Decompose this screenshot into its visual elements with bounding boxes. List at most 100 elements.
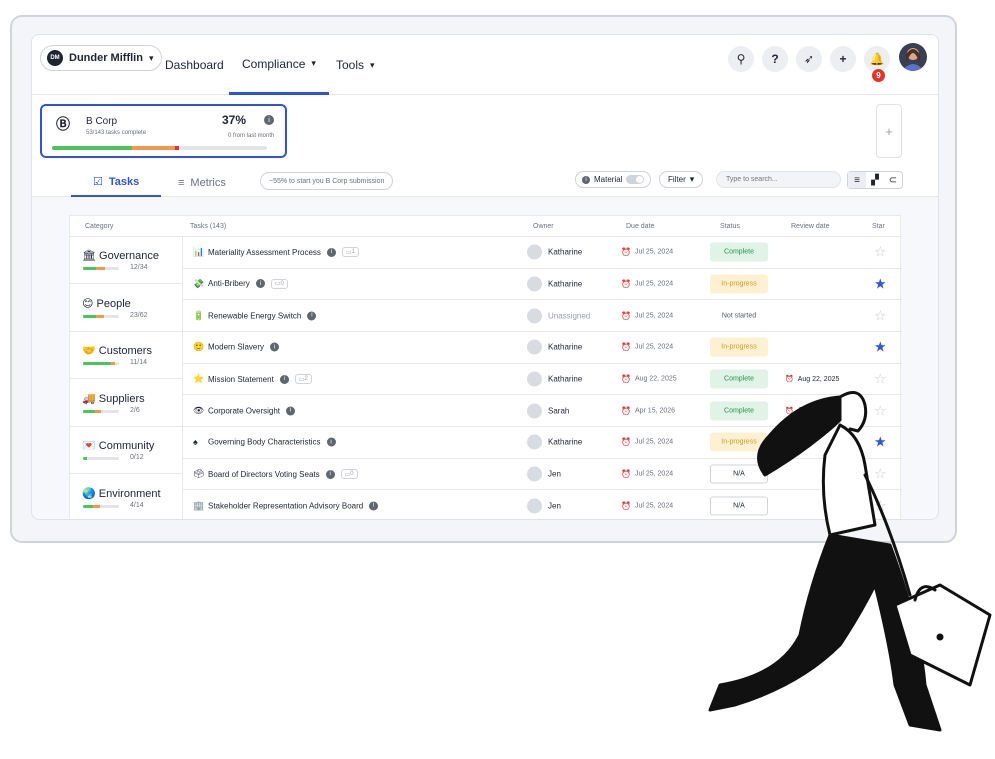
task-name[interactable]: Materiality Assessment Process i ▭ 1 — [208, 247, 359, 258]
task-name[interactable]: Stakeholder Representation Advisory Boar… — [208, 501, 379, 511]
task-owner[interactable]: Sarah — [527, 403, 569, 419]
category-item[interactable]: 🤝 Customers 11/14 — [70, 332, 183, 380]
star-icon[interactable]: ☆ — [874, 307, 887, 324]
star-icon[interactable]: ☆ — [874, 244, 887, 261]
help-icon[interactable]: ? — [762, 46, 788, 72]
org-name: Dunder Mifflin — [69, 52, 143, 64]
nav-compliance[interactable]: Compliance ▾ — [229, 35, 329, 95]
task-name[interactable]: Board of Directors Voting Seats i ▭ 0 — [208, 469, 358, 480]
material-toggle[interactable]: i Material — [575, 171, 652, 188]
table-row[interactable]: 🔋 Renewable Energy Switch i Unassigned ⏰ Jul … — [183, 300, 902, 332]
tab-metrics[interactable]: ≡ Metrics — [178, 168, 226, 197]
status-badge[interactable]: Not started — [710, 306, 768, 325]
due-date-text: Jul 25, 2024 — [634, 312, 674, 320]
due-date-text: Apr 15, 2026 — [634, 407, 676, 415]
task-icon: 🏢 — [193, 500, 205, 511]
due-date[interactable]: ⏰ Jul 25, 2024 — [621, 343, 673, 352]
owner-avatar — [527, 339, 542, 355]
info-icon[interactable]: i — [286, 406, 296, 416]
category-item[interactable]: 🚚 Suppliers 2/6 — [70, 380, 183, 427]
task-label: Modern Slavery — [208, 342, 265, 352]
tree-view-icon[interactable]: ⊂ — [884, 172, 902, 188]
add-framework-button[interactable]: + — [876, 104, 902, 158]
task-name[interactable]: Governing Body Characteristics i — [208, 437, 336, 447]
task-owner[interactable]: Katharine — [527, 276, 582, 292]
task-owner[interactable]: Katharine — [527, 434, 582, 450]
search-input[interactable] — [716, 171, 841, 188]
category-item[interactable]: 🏛 Governance 12/34 — [70, 237, 183, 284]
task-name[interactable]: Corporate Oversight i — [208, 406, 296, 416]
category-list: 🏛 Governance 12/34 😊 People 23/62 🤝 Customer… — [70, 237, 183, 519]
task-owner[interactable]: Jen — [527, 498, 561, 514]
category-item[interactable]: 💌 Community 0/12 — [70, 427, 183, 475]
due-date[interactable]: ⏰ Jul 25, 2024 — [621, 438, 673, 447]
category-icon: 🚚 — [82, 392, 96, 405]
toggle-switch[interactable] — [626, 175, 645, 184]
table-row[interactable]: 📊 Materiality Assessment Process i ▭ 1 Katha… — [183, 237, 902, 269]
category-icon: 🌏 — [82, 488, 96, 500]
info-icon[interactable]: i — [279, 374, 289, 384]
alarm-clock-icon: ⏰ — [621, 437, 631, 447]
info-icon[interactable]: i — [325, 469, 335, 479]
task-owner[interactable]: Katharine — [527, 244, 582, 260]
category-count: 2/6 — [130, 406, 140, 414]
owner-name: Jen — [548, 501, 561, 511]
info-icon[interactable]: i — [307, 311, 317, 321]
task-label: Mission Statement — [208, 374, 274, 384]
task-name[interactable]: Mission Statement i ▭ 2 — [208, 374, 312, 385]
submission-hint: ~55% to start you B Corp submission — [260, 172, 394, 190]
info-icon[interactable]: i — [255, 279, 265, 289]
info-icon[interactable]: i — [369, 501, 379, 511]
table-row[interactable]: 🙂 Modern Slavery i Katharine ⏰ Jul 25, 2024 In… — [183, 332, 902, 364]
list-view-icon[interactable]: ≡ — [848, 172, 866, 188]
info-icon[interactable]: i — [264, 115, 274, 125]
due-date[interactable]: ⏰ Apr 15, 2026 — [621, 406, 675, 415]
category-item[interactable]: 😊 People 23/62 — [70, 285, 183, 332]
rocket-icon[interactable]: ➶ — [796, 46, 822, 72]
nav-tools[interactable]: Tools ▾ — [336, 35, 375, 95]
due-date[interactable]: ⏰ Jul 25, 2024 — [621, 470, 673, 479]
nav-compliance-label: Compliance — [242, 56, 306, 71]
due-date[interactable]: ⏰ Jul 25, 2024 — [621, 501, 673, 510]
star-icon[interactable]: ★ — [874, 339, 887, 356]
due-date[interactable]: ⏰ Jul 25, 2024 — [621, 248, 673, 257]
task-icon: 📊 — [193, 246, 205, 257]
info-icon[interactable]: i — [326, 437, 336, 447]
due-date[interactable]: ⏰ Aug 22, 2025 — [621, 375, 677, 384]
comment-count[interactable]: ▭ 0 — [340, 469, 358, 480]
comment-count[interactable]: ▭ 1 — [341, 247, 359, 258]
status-badge[interactable]: In-progress — [710, 274, 768, 294]
user-avatar[interactable] — [899, 43, 927, 71]
task-name[interactable]: Renewable Energy Switch i — [208, 311, 317, 321]
chevron-down-icon: ▾ — [311, 58, 316, 68]
task-owner[interactable]: Katharine — [527, 339, 582, 355]
search-icon[interactable]: ⚲ — [728, 46, 754, 72]
filter-button[interactable]: Filter ▾ — [659, 171, 704, 188]
task-owner[interactable]: Jen — [527, 466, 561, 482]
info-icon[interactable]: i — [270, 342, 280, 352]
info-icon[interactable]: i — [326, 247, 336, 257]
table-row[interactable]: 💸 Anti-Bribery i ▭ 0 Katharine ⏰ Jul 25, 2024 I… — [183, 269, 902, 301]
nav-dashboard[interactable]: Dashboard — [165, 35, 224, 95]
star-icon[interactable]: ★ — [874, 275, 887, 292]
task-name[interactable]: Anti-Bribery i ▭ 0 — [208, 278, 288, 289]
due-date[interactable]: ⏰ Jul 25, 2024 — [621, 311, 673, 320]
bcorp-card[interactable]: Ⓑ B Corp 53/143 tasks complete 37% i 0 f… — [40, 104, 287, 158]
comment-count[interactable]: ▭ 0 — [270, 278, 288, 289]
tab-tasks[interactable]: ☑ Tasks — [71, 168, 162, 197]
due-date-text: Jul 25, 2024 — [634, 280, 674, 288]
comment-count[interactable]: ▭ 2 — [294, 374, 312, 385]
add-user-icon[interactable]: + — [830, 46, 856, 72]
task-owner[interactable]: Unassigned — [527, 308, 590, 324]
alarm-clock-icon: ⏰ — [621, 311, 631, 321]
task-icon: 👁 — [193, 405, 205, 416]
org-switcher[interactable]: DM Dunder Mifflin ▾ — [40, 45, 163, 71]
due-date[interactable]: ⏰ Jul 25, 2024 — [621, 279, 673, 288]
status-badge[interactable]: Complete — [710, 242, 768, 262]
task-owner[interactable]: Katharine — [527, 371, 582, 387]
review-date[interactable]: ⏰ Aug 22, 2025 — [785, 375, 839, 384]
grid-view-icon[interactable]: ▞ — [866, 172, 884, 188]
status-badge[interactable]: In-progress — [710, 337, 768, 357]
category-item[interactable]: 🌏 Environment 4/14 — [70, 475, 183, 519]
task-name[interactable]: Modern Slavery i — [208, 342, 280, 352]
